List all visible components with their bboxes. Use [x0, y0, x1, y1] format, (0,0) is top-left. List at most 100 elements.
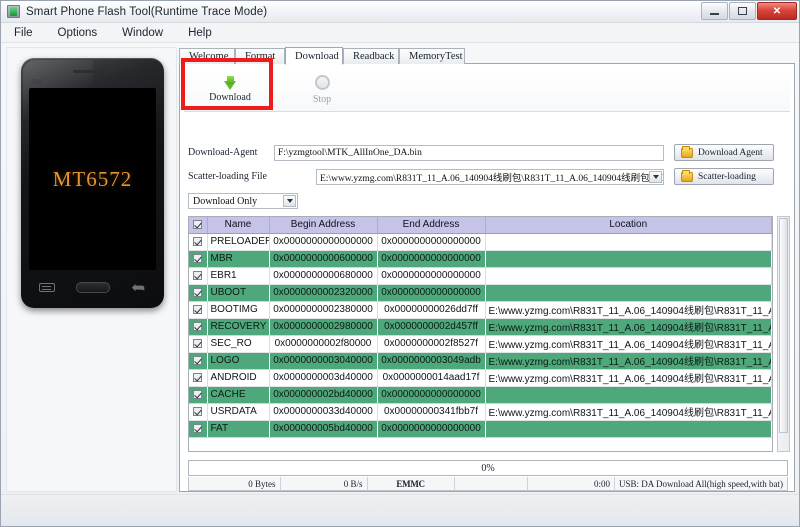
phone-keys: ➦ — [29, 274, 156, 300]
progress-percent-label: 0% — [481, 463, 494, 474]
scatter-loading-input[interactable]: E:\www.yzmg.com\R831T_11_A.06_140904线刷包\… — [316, 169, 664, 185]
row-name: USRDATA — [207, 403, 269, 420]
partition-table: Name Begin Address End Address Location … — [188, 216, 773, 452]
tab-format[interactable]: Format — [235, 48, 285, 64]
table-row[interactable]: ANDROID0x0000000003d400000x0000000014aad… — [189, 369, 772, 386]
table-row[interactable]: CACHE0x000000002bd400000x000000000000000… — [189, 386, 772, 403]
row-location — [485, 267, 772, 284]
chevron-down-icon[interactable] — [649, 171, 662, 183]
table-row[interactable]: BOOTIMG0x00000000023800000x00000000026dd… — [189, 301, 772, 318]
checkbox-icon[interactable] — [193, 356, 202, 365]
checkbox-icon[interactable] — [193, 322, 202, 331]
row-name: SEC_RO — [207, 335, 269, 352]
minimize-button[interactable] — [701, 2, 728, 20]
row-begin-address: 0x0000000000000000 — [269, 233, 377, 250]
row-end-address: 0x0000000000000000 — [377, 386, 485, 403]
header-select-all[interactable] — [189, 217, 207, 233]
checkbox-icon[interactable] — [193, 424, 202, 433]
tab-welcome[interactable]: Welcome — [179, 48, 235, 64]
download-mode-select[interactable]: Download Only — [188, 193, 298, 209]
checkbox-icon[interactable] — [193, 390, 202, 399]
row-checkbox-cell[interactable] — [189, 352, 207, 369]
checkbox-icon[interactable] — [193, 288, 202, 297]
header-end-address[interactable]: End Address — [377, 217, 485, 233]
table-header-row: Name Begin Address End Address Location — [189, 217, 772, 233]
table-row[interactable]: PRELOADER0x00000000000000000x00000000000… — [189, 233, 772, 250]
row-location — [485, 250, 772, 267]
stop-button[interactable]: Stop — [276, 69, 368, 111]
table-row[interactable]: MBR0x00000000006000000x0000000000000000 — [189, 250, 772, 267]
row-checkbox-cell[interactable] — [189, 301, 207, 318]
row-checkbox-cell[interactable] — [189, 369, 207, 386]
progress-bar: 0% — [188, 460, 788, 476]
maximize-button[interactable] — [729, 2, 756, 20]
scatter-loading-browse-button[interactable]: Scatter-loading — [674, 168, 774, 185]
phone-preview-panel: BM MT6572 ➦ — [6, 47, 177, 492]
status-speed: 0 B/s — [281, 477, 368, 491]
download-agent-browse-button[interactable]: Download Agent — [674, 144, 774, 161]
table-row[interactable]: SEC_RO0x0000000002f800000x0000000002f852… — [189, 335, 772, 352]
app-window: Smart Phone Flash Tool(Runtime Trace Mod… — [0, 0, 800, 527]
menu-item-options[interactable]: Options — [55, 25, 101, 41]
header-begin-address[interactable]: Begin Address — [269, 217, 377, 233]
table-row[interactable]: RECOVERY0x00000000029800000x0000000002d4… — [189, 318, 772, 335]
tab-memorytest[interactable]: MemoryTest — [399, 48, 465, 64]
row-checkbox-cell[interactable] — [189, 318, 207, 335]
row-checkbox-cell[interactable] — [189, 386, 207, 403]
menu-item-help[interactable]: Help — [185, 25, 215, 41]
checkbox-icon[interactable] — [193, 254, 202, 263]
row-checkbox-cell[interactable] — [189, 267, 207, 284]
row-checkbox-cell[interactable] — [189, 233, 207, 250]
row-checkbox-cell[interactable] — [189, 250, 207, 267]
table-body: PRELOADER0x00000000000000000x00000000000… — [189, 233, 772, 437]
scrollbar-thumb[interactable] — [779, 218, 788, 433]
action-toolbar: Download Stop — [184, 68, 790, 112]
row-location — [485, 284, 772, 301]
checkbox-icon[interactable] — [193, 237, 202, 246]
download-agent-browse-label: Download Agent — [698, 148, 763, 158]
checkbox-icon[interactable] — [193, 271, 202, 280]
checkbox-icon[interactable] — [193, 305, 202, 314]
row-checkbox-cell[interactable] — [189, 284, 207, 301]
table-row[interactable]: LOGO0x00000000030400000x0000000003049adb… — [189, 352, 772, 369]
checkbox-icon[interactable] — [193, 220, 202, 229]
close-button[interactable]: ✕ — [757, 2, 797, 20]
table-row[interactable]: FAT0x000000005bd400000x0000000000000000 — [189, 420, 772, 437]
row-checkbox-cell[interactable] — [189, 403, 207, 420]
scatter-loading-label: Scatter-loading File — [188, 171, 316, 182]
status-usb: USB: DA Download All(high speed,with bat… — [615, 477, 787, 491]
menu-item-file[interactable]: File — [11, 25, 36, 41]
download-panel: Download Stop Download-Agent F:\yzmgtool… — [179, 64, 795, 492]
tab-readback[interactable]: Readback — [343, 48, 399, 64]
row-checkbox-cell[interactable] — [189, 335, 207, 352]
download-button[interactable]: Download — [184, 69, 276, 111]
download-agent-input[interactable]: F:\yzmgtool\MTK_AllInOne_DA.bin — [274, 145, 664, 161]
header-name[interactable]: Name — [207, 217, 269, 233]
table-row[interactable]: EBR10x00000000006800000x0000000000000000 — [189, 267, 772, 284]
tab-download[interactable]: Download — [285, 47, 343, 65]
row-location: E:\www.yzmg.com\R831T_11_A.06_140904线刷包\… — [485, 301, 772, 318]
window-title: Smart Phone Flash Tool(Runtime Trace Mod… — [26, 6, 267, 18]
window-bottom-edge — [1, 494, 799, 526]
checkbox-icon[interactable] — [193, 373, 202, 382]
table-row[interactable]: UBOOT0x00000000023200000x000000000000000… — [189, 284, 772, 301]
row-end-address: 0x0000000002f8527f — [377, 335, 485, 352]
row-end-address: 0x0000000014aad17f — [377, 369, 485, 386]
menu-item-window[interactable]: Window — [119, 25, 166, 41]
row-begin-address: 0x0000000002f80000 — [269, 335, 377, 352]
chevron-down-icon[interactable] — [283, 195, 296, 207]
window-controls: ✕ — [701, 2, 797, 20]
table-vertical-scrollbar[interactable] — [777, 216, 790, 452]
checkbox-icon[interactable] — [193, 407, 202, 416]
table-row[interactable]: USRDATA0x0000000033d400000x00000000341fb… — [189, 403, 772, 420]
header-location[interactable]: Location — [485, 217, 772, 233]
row-name: EBR1 — [207, 267, 269, 284]
checkbox-icon[interactable] — [193, 339, 202, 348]
row-checkbox-cell[interactable] — [189, 420, 207, 437]
row-begin-address: 0x0000000002320000 — [269, 284, 377, 301]
phone-screen: MT6572 — [29, 88, 156, 270]
row-end-address: 0x0000000000000000 — [377, 284, 485, 301]
row-name: CACHE — [207, 386, 269, 403]
row-begin-address: 0x0000000003040000 — [269, 352, 377, 369]
row-begin-address: 0x0000000002380000 — [269, 301, 377, 318]
